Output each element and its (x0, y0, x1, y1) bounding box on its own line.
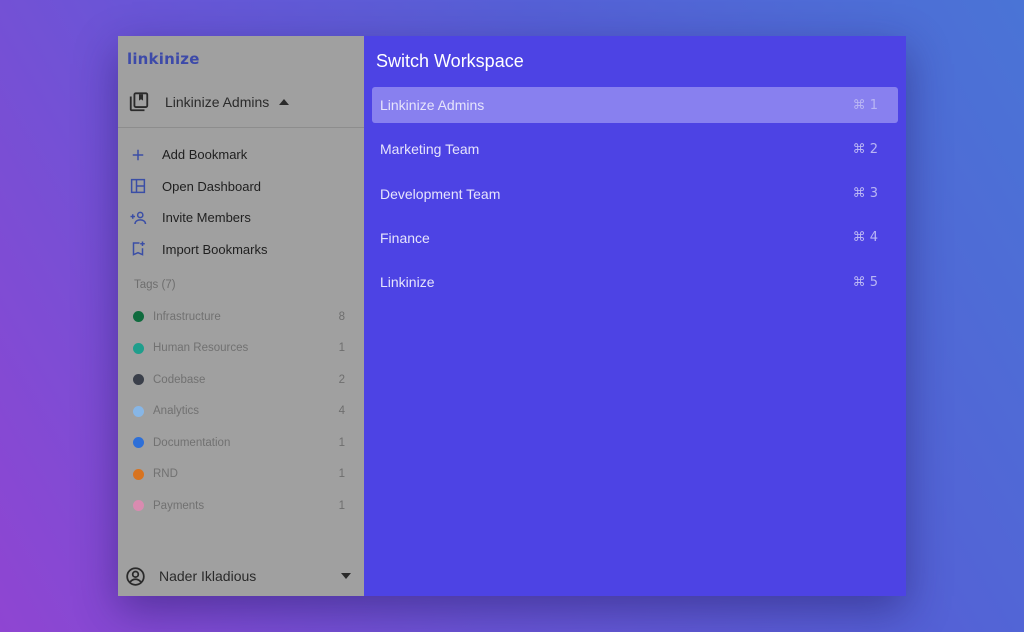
workspace-option-label: Finance (380, 229, 430, 246)
tag-name: Documentation (153, 436, 231, 449)
tag-item[interactable]: Human Resources 1 (133, 333, 345, 365)
tags-header: Tags (7) (134, 279, 176, 291)
tag-count: 1 (338, 499, 345, 512)
tag-count: 2 (338, 373, 345, 386)
sidebar-actions: Add Bookmark Open Dashboard Invite Membe… (128, 139, 358, 265)
app-logo[interactable]: linkinize (127, 50, 200, 68)
user-menu[interactable]: Nader Ikladious (125, 565, 351, 587)
tag-name: Infrastructure (153, 310, 221, 323)
tag-item[interactable]: Payments 1 (133, 490, 345, 522)
tag-color-dot (133, 468, 144, 480)
workspace-switcher[interactable]: Linkinize Admins (128, 90, 354, 114)
workspace-option-label: Linkinize (380, 274, 435, 291)
account-circle-icon (126, 566, 145, 586)
tag-color-dot (133, 500, 144, 512)
current-workspace-name: Linkinize Admins (165, 94, 270, 110)
import-bookmarks-action[interactable]: Import Bookmarks (128, 234, 358, 266)
caret-up-icon (279, 99, 290, 105)
panel-title: Switch Workspace (376, 51, 524, 71)
tag-name: Payments (153, 499, 205, 512)
dashboard-icon (129, 177, 147, 195)
tag-count: 1 (338, 342, 345, 355)
plus-icon (129, 146, 147, 164)
tag-name: RND (153, 468, 178, 481)
action-label: Import Bookmarks (162, 241, 268, 257)
tag-item[interactable]: Infrastructure 8 (133, 301, 345, 333)
tag-count: 1 (338, 436, 345, 449)
invite-members-action[interactable]: Invite Members (128, 202, 358, 234)
bookmark-import-icon (129, 240, 147, 258)
workspace-list: Linkinize Admins ⌘ 1 Marketing Team ⌘ 2 … (372, 87, 898, 308)
tag-name: Analytics (153, 405, 200, 418)
workspace-option-label: Marketing Team (380, 141, 480, 158)
tag-item[interactable]: Analytics 4 (133, 396, 345, 428)
action-label: Invite Members (162, 210, 251, 226)
workspace-option-linkinize[interactable]: Linkinize ⌘ 5 (372, 264, 898, 300)
workspace-option-linkinize-admins[interactable]: Linkinize Admins ⌘ 1 (372, 87, 898, 123)
tag-color-dot (133, 405, 144, 417)
tag-name: Human Resources (153, 342, 249, 355)
bookmarks-library-icon (129, 92, 149, 112)
workspace-shortcut: ⌘ 2 (852, 141, 878, 157)
tag-item[interactable]: Codebase 2 (133, 364, 345, 396)
workspace-shortcut: ⌘ 4 (852, 230, 878, 246)
tag-name: Codebase (153, 373, 206, 386)
person-add-icon (129, 209, 147, 227)
tag-color-dot (133, 437, 144, 449)
action-label: Open Dashboard (162, 178, 262, 194)
workspace-option-label: Linkinize Admins (380, 97, 485, 113)
tag-count: 1 (338, 468, 345, 481)
workspace-shortcut: ⌘ 1 (852, 97, 878, 113)
action-label: Add Bookmark (162, 147, 248, 163)
tag-count: 8 (338, 310, 345, 323)
workspace-shortcut: ⌘ 5 (852, 274, 878, 290)
switch-workspace-panel: Switch Workspace Linkinize Admins ⌘ 1 Ma… (364, 36, 906, 596)
tag-color-dot (133, 342, 144, 354)
tag-count: 4 (338, 405, 345, 418)
add-bookmark-action[interactable]: Add Bookmark (128, 139, 358, 171)
tag-color-dot (133, 311, 144, 323)
workspace-option-label: Development Team (380, 185, 501, 202)
app-window: linkinize Linkinize Admins Add Bookmark (118, 36, 906, 596)
tag-color-dot (133, 374, 144, 386)
workspace-option-marketing-team[interactable]: Marketing Team ⌘ 2 (372, 131, 898, 167)
workspace-option-development-team[interactable]: Development Team ⌘ 3 (372, 176, 898, 212)
workspace-option-finance[interactable]: Finance ⌘ 4 (372, 220, 898, 256)
tag-list: Infrastructure 8 Human Resources 1 Codeb… (133, 301, 345, 522)
tag-item[interactable]: RND 1 (133, 459, 345, 491)
user-name: Nader Ikladious (159, 568, 257, 584)
sidebar-divider (118, 127, 364, 128)
sidebar: linkinize Linkinize Admins Add Bookmark (118, 36, 364, 596)
open-dashboard-action[interactable]: Open Dashboard (128, 171, 358, 203)
caret-down-icon (341, 573, 351, 579)
tag-item[interactable]: Documentation 1 (133, 427, 345, 459)
workspace-shortcut: ⌘ 3 (852, 186, 878, 202)
